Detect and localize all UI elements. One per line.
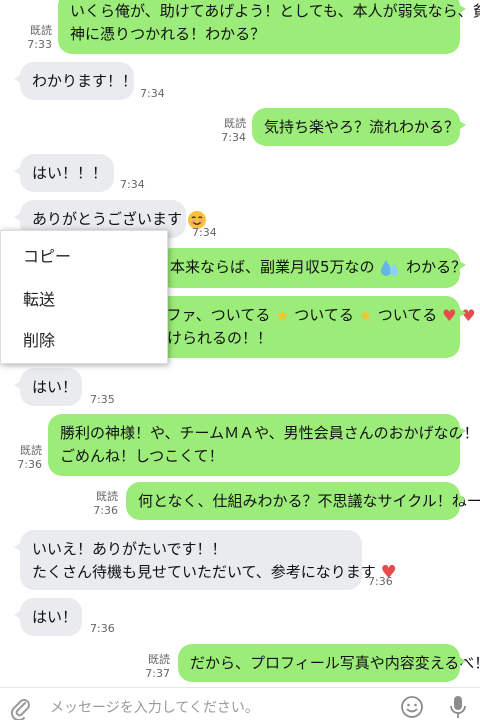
smiley-icon[interactable]: [400, 695, 424, 719]
message-text: 続けられるの！！: [152, 329, 273, 347]
menu-item-delete[interactable]: 削除: [23, 327, 55, 351]
timestamp: 7:36: [93, 504, 118, 517]
message-text: はい！！！: [32, 164, 108, 182]
message-bubble-outgoing[interactable]: 本来ならば、副業月収5万なの わかる？: [158, 248, 466, 288]
message-bubble-incoming[interactable]: はい！: [14, 368, 82, 406]
message-text: いくら俺が、助けてあげよう！としても、本人が弱気なら、貧乏: [70, 2, 480, 20]
message-meta: 既読 7:37: [136, 653, 170, 681]
message-text: ごめんね！しつこくて！: [60, 447, 224, 465]
message-meta: 既読 7:36: [84, 490, 118, 518]
message-text: わかります！！: [32, 72, 138, 90]
menu-item-forward[interactable]: 転送: [23, 286, 55, 310]
timestamp: 7:36: [90, 622, 115, 635]
heart-emoji: ♥: [461, 306, 476, 325]
read-receipt: 既読: [96, 490, 118, 503]
timestamp: 7:35: [90, 393, 115, 406]
timestamp: 7:33: [27, 38, 52, 51]
message-meta: 既読 7:33: [20, 24, 52, 52]
context-menu: コピー 転送 削除: [0, 230, 168, 364]
message-text: はい！: [32, 378, 78, 396]
timestamp: 7:34: [140, 87, 165, 100]
message-input[interactable]: メッセージを入力してください。: [50, 697, 259, 717]
message-bubble-outgoing[interactable]: ンファ、ついてる ★ ついてる ★ ついてる ♥ ♥ 続けられるの！！: [140, 296, 476, 358]
read-receipt: 既読: [224, 117, 246, 130]
timestamp: 7:34: [221, 131, 246, 144]
message-text: たくさん待機も見せていただいて、参考になります: [32, 563, 376, 581]
message-bubble-outgoing[interactable]: 何となく、仕組みわかる？不思議なサイクル！ねー: [126, 482, 480, 520]
message-bubble-incoming[interactable]: いいえ！ありがたいです！！ たくさん待機も見せていただいて、参考になります ♥: [14, 530, 397, 590]
message-bubble-incoming[interactable]: わかります！！: [14, 62, 138, 100]
menu-item-copy[interactable]: コピー: [23, 243, 71, 267]
message-text: 神に憑りつかれる！わかる？: [70, 25, 266, 43]
message-text: 勝利の神様！や、チームＭＡや、男性会員さんのおかげなの！: [60, 424, 479, 442]
message-input-bar: メッセージを入力してください。: [0, 687, 480, 727]
heart-emoji: ♥: [442, 306, 457, 325]
read-receipt: 既読: [30, 24, 52, 37]
paperclip-icon[interactable]: [10, 696, 32, 720]
message-text: わかる？: [406, 258, 467, 276]
star-emoji: ★: [275, 306, 290, 325]
message-text: 気持ち楽やろ？流れわかる？: [264, 118, 460, 136]
message-text: だから、プロフィール写真や内容変えるべ！: [190, 654, 480, 672]
message-text: 本来ならば、副業月収5万なの: [170, 258, 375, 276]
message-text: ついてる: [294, 306, 354, 324]
message-bubble-incoming[interactable]: はい！！！: [14, 154, 114, 192]
timestamp: 7:37: [145, 667, 170, 680]
drop-emoji: [381, 259, 399, 276]
message-text: ありがとうございます: [32, 210, 183, 228]
message-bubble-incoming[interactable]: はい！: [14, 598, 82, 636]
message-text: 何となく、仕組みわかる？不思議なサイクル！ねー: [138, 492, 480, 510]
message-meta: 既読 7:34: [212, 117, 246, 145]
message-bubble-outgoing[interactable]: いくら俺が、助けてあげよう！としても、本人が弱気なら、貧乏 神に憑りつかれる！わ…: [58, 0, 480, 54]
read-receipt: 既読: [148, 653, 170, 666]
read-receipt: 既読: [20, 444, 42, 457]
message-text: ついてる: [377, 306, 438, 324]
message-text: ンファ、ついてる: [152, 306, 271, 324]
timestamp: 7:34: [192, 226, 217, 239]
message-bubble-outgoing[interactable]: 気持ち楽やろ？流れわかる？: [252, 108, 466, 146]
message-bubble-outgoing[interactable]: 勝利の神様！や、チームＭＡや、男性会員さんのおかげなの！ ごめんね！しつこくて！: [48, 414, 479, 476]
microphone-icon[interactable]: [448, 694, 468, 720]
timestamp: 7:36: [368, 575, 393, 588]
timestamp: 7:36: [17, 458, 42, 471]
message-text: いいえ！ありがたいです！！: [32, 540, 227, 558]
star-emoji: ★: [358, 306, 373, 325]
message-bubble-outgoing[interactable]: だから、プロフィール写真や内容変えるべ！: [178, 644, 480, 682]
message-meta: 既読 7:36: [10, 444, 42, 472]
timestamp: 7:34: [120, 178, 145, 191]
message-text: はい！: [32, 608, 78, 626]
